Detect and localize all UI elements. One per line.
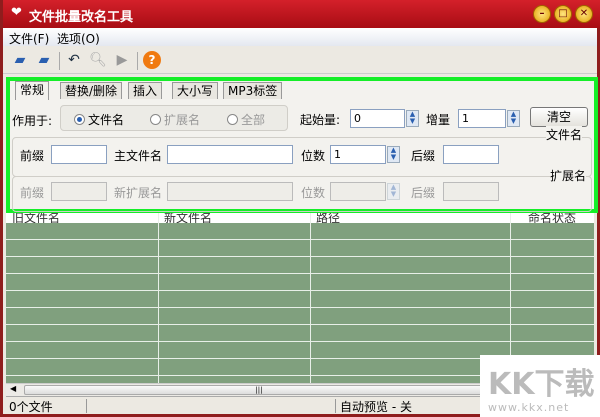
start-label: 起始量: <box>300 113 341 127</box>
prefix-label: 前缀 <box>20 149 45 163</box>
digits-input[interactable]: 1 <box>330 145 386 164</box>
row-divider <box>6 290 594 291</box>
undo-icon[interactable]: ↶ <box>65 51 83 69</box>
title-bar: ❤ 文件批量改名工具 – □ ✕ <box>3 0 600 28</box>
col-status[interactable]: 命名状态 <box>528 213 576 223</box>
col-new-name[interactable]: 新文件名 <box>164 213 212 223</box>
tab-general[interactable]: 常规 <box>15 81 50 100</box>
suffix-input[interactable] <box>443 145 499 164</box>
search-icon[interactable]: 🔍︎ <box>89 51 107 69</box>
scroll-thumb[interactable]: ||| <box>24 385 494 395</box>
ext-digits-label: 位数 <box>301 186 326 200</box>
tab-insert[interactable]: 插入 <box>128 82 163 99</box>
col-old-name[interactable]: 旧文件名 <box>12 213 60 223</box>
new-ext-label: 新扩展名 <box>114 186 163 200</box>
digits-spinner[interactable]: ▲ ▼ <box>387 146 400 163</box>
radio-extension[interactable]: 扩展名 <box>150 111 200 128</box>
settings-panel: 常规 替换/删除 插入 大小写 MP3标签 作用于: 文件名 扩展名 全部 起始… <box>6 77 598 213</box>
ext-suffix-input[interactable] <box>443 182 499 201</box>
app-heart-icon: ❤ <box>11 5 22 20</box>
main-name-label: 主文件名 <box>114 149 163 163</box>
new-ext-input[interactable] <box>167 182 293 201</box>
play-icon[interactable]: ▶ <box>113 51 131 69</box>
extension-group-label: 扩展名 <box>550 167 587 184</box>
close-button[interactable]: ✕ <box>575 5 593 23</box>
filename-group-label: 文件名 <box>546 126 583 143</box>
row-divider <box>6 307 594 308</box>
help-icon[interactable]: ? <box>143 51 161 69</box>
ext-prefix-input[interactable] <box>51 182 107 201</box>
menu-options[interactable]: 选项(O) <box>57 30 100 47</box>
increment-label: 增量 <box>426 113 451 127</box>
start-input[interactable]: 0 <box>350 109 405 128</box>
menu-file[interactable]: 文件(F) <box>9 30 49 47</box>
digits-label: 位数 <box>301 149 326 163</box>
apply-to-label: 作用于: <box>12 114 53 128</box>
auto-preview-status: 自动预览 - 关 <box>340 400 412 414</box>
tab-mp3-tags[interactable]: MP3标签 <box>223 82 283 99</box>
minimize-button[interactable]: – <box>533 5 551 23</box>
menu-bar: 文件(F) 选项(O) <box>3 28 597 46</box>
ext-suffix-label: 后缀 <box>411 186 436 200</box>
window-title: 文件批量改名工具 <box>29 10 134 25</box>
open-folder-icon[interactable]: ▰ <box>11 51 29 69</box>
col-path[interactable]: 路径 <box>316 213 340 223</box>
row-divider <box>6 256 594 257</box>
scroll-left-icon[interactable]: ◀ <box>10 384 16 393</box>
ext-digits-input[interactable] <box>330 182 386 201</box>
radio-filename[interactable]: 文件名 <box>74 111 124 128</box>
watermark: KK下载 www.kkx.net <box>480 355 600 417</box>
tab-case[interactable]: 大小写 <box>172 82 219 99</box>
toolbar-separator <box>137 52 138 70</box>
maximize-button[interactable]: □ <box>554 5 572 23</box>
open-files-icon[interactable]: ▰ <box>35 51 53 69</box>
row-divider <box>6 324 594 325</box>
increment-input[interactable]: 1 <box>458 109 506 128</box>
watermark-url: www.kkx.net <box>488 401 570 414</box>
start-spinner[interactable]: ▲ ▼ <box>406 110 419 127</box>
toolbar: ▰ ▰ ↶ 🔍︎ ▶ ? <box>3 46 597 74</box>
ext-digits-spinner[interactable]: ▲ ▼ <box>387 183 400 200</box>
row-divider <box>6 273 594 274</box>
radio-all[interactable]: 全部 <box>227 111 265 128</box>
watermark-logo: KK下载 <box>488 367 595 402</box>
file-count: 0个文件 <box>9 400 53 414</box>
toolbar-separator <box>59 52 60 70</box>
tab-replace-delete[interactable]: 替换/删除 <box>60 82 123 99</box>
table-header: 旧文件名 新文件名 路径 命名状态 <box>6 213 594 223</box>
increment-spinner[interactable]: ▲ ▼ <box>507 110 520 127</box>
row-divider <box>6 239 594 240</box>
row-divider <box>6 341 594 342</box>
ext-prefix-label: 前缀 <box>20 186 45 200</box>
clear-button[interactable]: 清空 <box>530 107 588 127</box>
suffix-label: 后缀 <box>411 149 436 163</box>
prefix-input[interactable] <box>51 145 107 164</box>
main-name-input[interactable] <box>167 145 293 164</box>
